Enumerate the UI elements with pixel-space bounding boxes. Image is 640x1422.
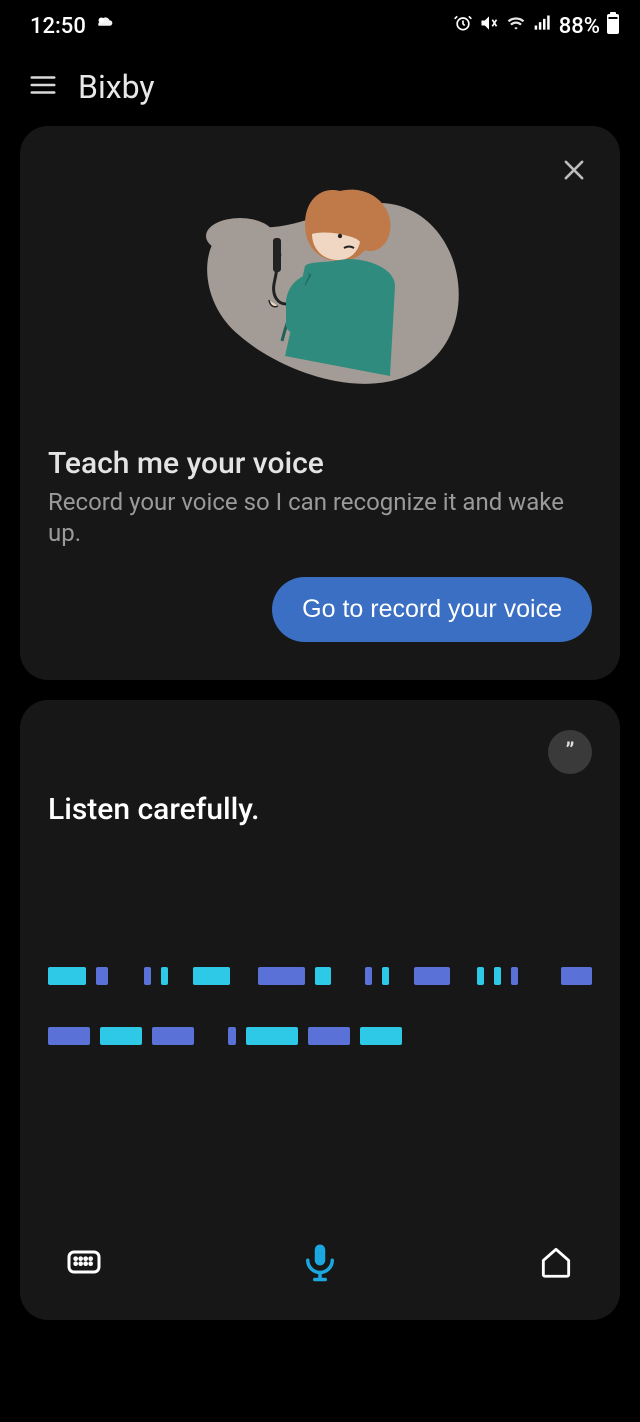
app-title: Bixby xyxy=(78,68,155,106)
teach-illustration xyxy=(48,146,592,436)
teach-description: Record your voice so I can recognize it … xyxy=(48,487,592,549)
record-voice-button[interactable]: Go to record your voice xyxy=(272,577,592,642)
quote-button[interactable]: ” xyxy=(548,730,592,774)
menu-icon[interactable] xyxy=(28,70,58,104)
audio-stream-placeholder xyxy=(48,967,592,1045)
keyboard-icon xyxy=(64,1242,104,1286)
keyboard-button[interactable] xyxy=(54,1234,114,1294)
close-button[interactable] xyxy=(556,154,592,190)
teach-title: Teach me your voice xyxy=(48,446,592,481)
signal-icon xyxy=(533,13,553,39)
mic-button[interactable] xyxy=(290,1234,350,1294)
wifi-icon xyxy=(505,13,527,39)
status-right: 88% xyxy=(453,12,620,40)
home-button[interactable] xyxy=(526,1234,586,1294)
home-icon xyxy=(537,1243,575,1285)
stream-row xyxy=(48,967,592,985)
status-time: 12:50 xyxy=(30,14,86,39)
listen-title: Listen carefully. xyxy=(48,792,592,827)
mic-icon xyxy=(299,1241,341,1287)
status-battery-text: 88% xyxy=(559,14,600,39)
teach-voice-card: Teach me your voice Record your voice so… xyxy=(20,126,620,680)
status-left: 12:50 xyxy=(30,12,116,40)
app-bar: Bixby xyxy=(0,48,640,126)
weather-icon xyxy=(94,12,116,40)
close-icon xyxy=(560,156,588,188)
bottom-bar xyxy=(48,1234,592,1294)
listen-card: ” Listen carefully. xyxy=(20,700,620,1320)
stream-row xyxy=(48,1027,592,1045)
battery-icon xyxy=(606,12,620,40)
mute-icon xyxy=(479,13,499,39)
quote-icon: ” xyxy=(566,741,575,763)
alarm-icon xyxy=(453,13,473,39)
status-bar: 12:50 88% xyxy=(0,0,640,48)
